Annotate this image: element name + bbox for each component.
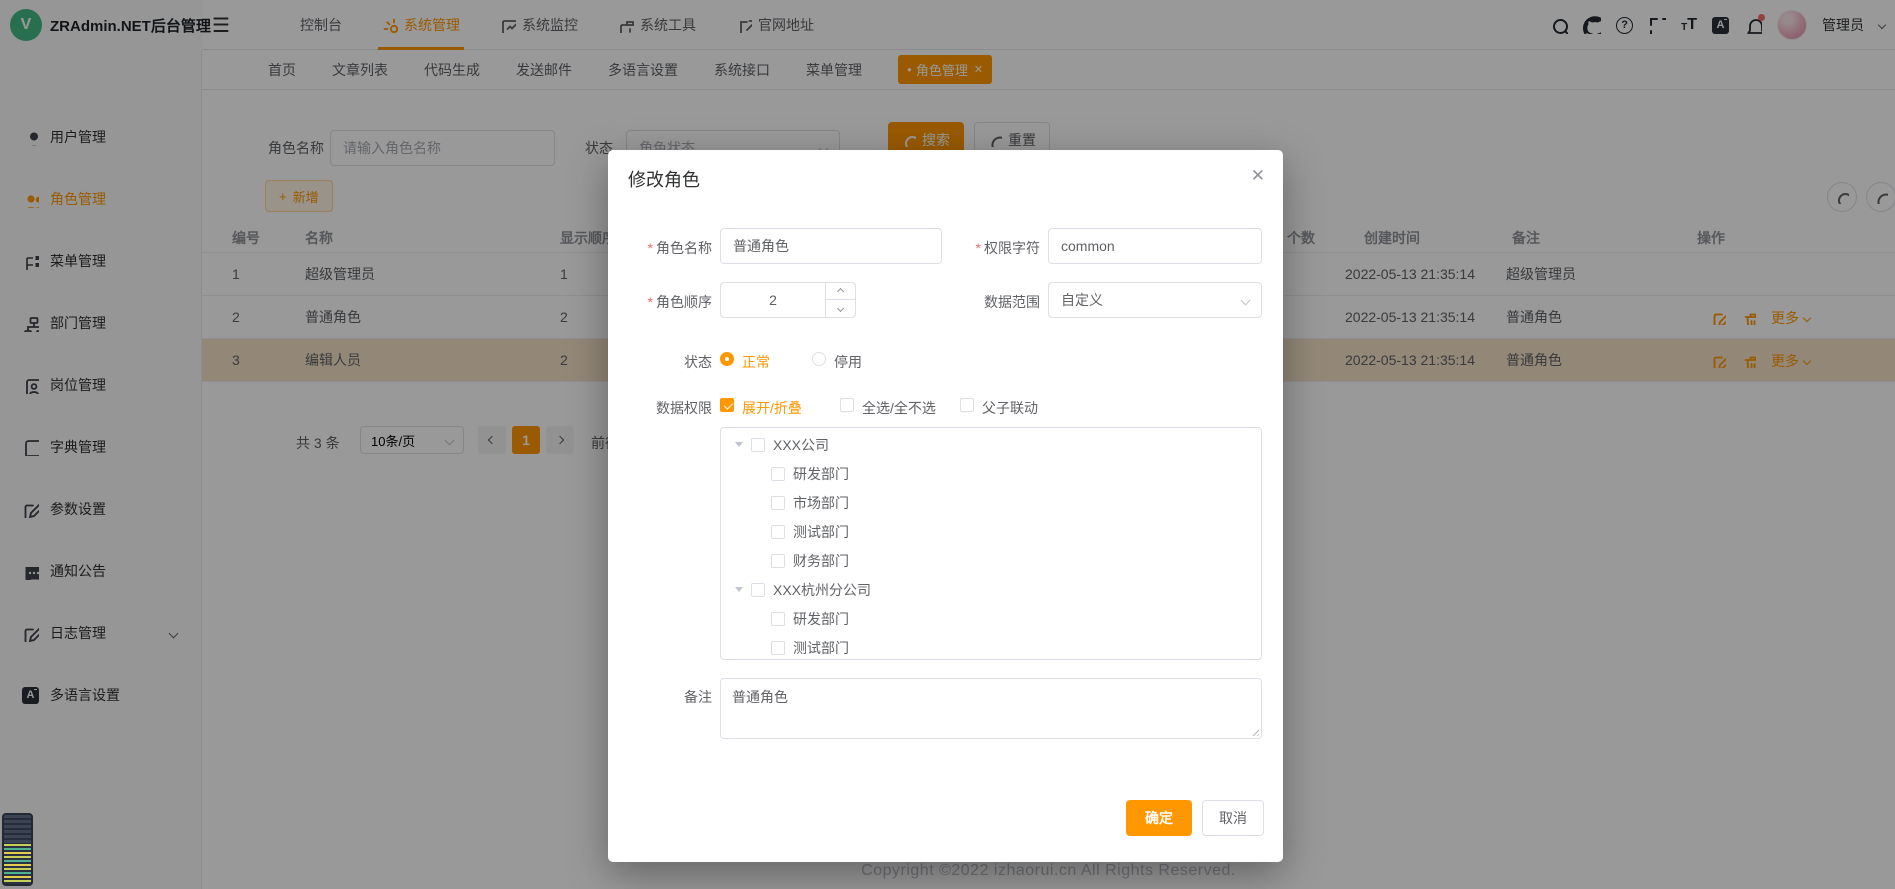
role-key-field[interactable]: [1048, 228, 1262, 264]
tree-node-dept[interactable]: 测试部门: [721, 517, 1261, 546]
role-key-value-input[interactable]: [1061, 238, 1249, 254]
increment-button[interactable]: [825, 283, 855, 300]
role-name-label: *角色名称: [608, 238, 712, 258]
status-radio-normal-label[interactable]: 正常: [742, 352, 770, 372]
caret-down-icon[interactable]: [735, 587, 743, 592]
chevron-down-icon: [836, 305, 843, 312]
required-mark: *: [648, 294, 653, 310]
remark-textarea[interactable]: 普通角色: [720, 678, 1262, 739]
data-scope-label: 数据范围: [936, 292, 1040, 312]
tree-node-dept[interactable]: 研发部门: [721, 604, 1261, 633]
tree-checkbox[interactable]: [751, 583, 765, 597]
tree-node-dept[interactable]: 测试部门: [721, 633, 1261, 660]
status-radio-disabled[interactable]: [812, 352, 826, 366]
data-scope-value: 自定义: [1061, 290, 1103, 310]
parent-child-link-checkbox[interactable]: [960, 398, 974, 412]
tree-checkbox[interactable]: [771, 641, 785, 655]
tree-checkbox[interactable]: [771, 467, 785, 481]
status-radio-normal[interactable]: [720, 352, 734, 366]
close-icon[interactable]: ✕: [1251, 166, 1265, 186]
decrement-button[interactable]: [825, 300, 855, 317]
role-key-label: *权限字符: [936, 238, 1040, 258]
edit-role-dialog: 修改角色 ✕ *角色名称 *权限字符 *角色顺序 2 数据范围 自定义 状态 正…: [608, 150, 1283, 862]
status-radio-disabled-label[interactable]: 停用: [834, 352, 862, 372]
server-rack-lights: [4, 844, 31, 884]
expand-collapse-checkbox[interactable]: [720, 398, 734, 412]
role-sort-label: *角色顺序: [608, 292, 712, 312]
data-scope-select[interactable]: 自定义: [1048, 282, 1262, 318]
select-all-label[interactable]: 全选/全不选: [862, 398, 936, 418]
role-sort-value: 2: [721, 283, 825, 317]
tree-node-company[interactable]: XXX公司: [721, 430, 1261, 459]
caret-down-icon[interactable]: [735, 442, 743, 447]
role-sort-stepper[interactable]: 2: [720, 282, 856, 318]
tree-node-dept[interactable]: 财务部门: [721, 546, 1261, 575]
confirm-button[interactable]: 确定: [1126, 800, 1192, 836]
tree-node-dept[interactable]: 市场部门: [721, 488, 1261, 517]
tree-checkbox[interactable]: [771, 496, 785, 510]
tree-checkbox[interactable]: [771, 554, 785, 568]
remark-label: 备注: [608, 687, 712, 707]
cancel-button[interactable]: 取消: [1202, 800, 1264, 836]
tree-node-dept[interactable]: 研发部门: [721, 459, 1261, 488]
role-name-field[interactable]: [720, 228, 942, 264]
chevron-up-icon: [836, 287, 843, 294]
expand-collapse-label[interactable]: 展开/折叠: [742, 398, 802, 418]
chevron-down-icon: [1241, 295, 1251, 305]
department-tree: XXX公司 研发部门 市场部门 测试部门 财务部门 XXX杭州分公司 研发部门: [720, 427, 1262, 660]
stepper-controls: [825, 283, 855, 317]
server-rack-art: [4, 815, 31, 844]
required-mark: *: [648, 240, 653, 256]
required-mark: *: [976, 240, 981, 256]
tree-checkbox[interactable]: [771, 612, 785, 626]
tree-checkbox[interactable]: [771, 525, 785, 539]
server-monitor-widget: [2, 813, 33, 886]
status-label: 状态: [608, 352, 712, 372]
parent-child-link-label[interactable]: 父子联动: [982, 398, 1038, 418]
select-all-checkbox[interactable]: [840, 398, 854, 412]
tree-checkbox[interactable]: [751, 438, 765, 452]
tree-node-branch-company[interactable]: XXX杭州分公司: [721, 575, 1261, 604]
dialog-title: 修改角色: [628, 166, 700, 192]
data-permission-label: 数据权限: [608, 398, 712, 418]
role-name-value-input[interactable]: [733, 238, 929, 254]
